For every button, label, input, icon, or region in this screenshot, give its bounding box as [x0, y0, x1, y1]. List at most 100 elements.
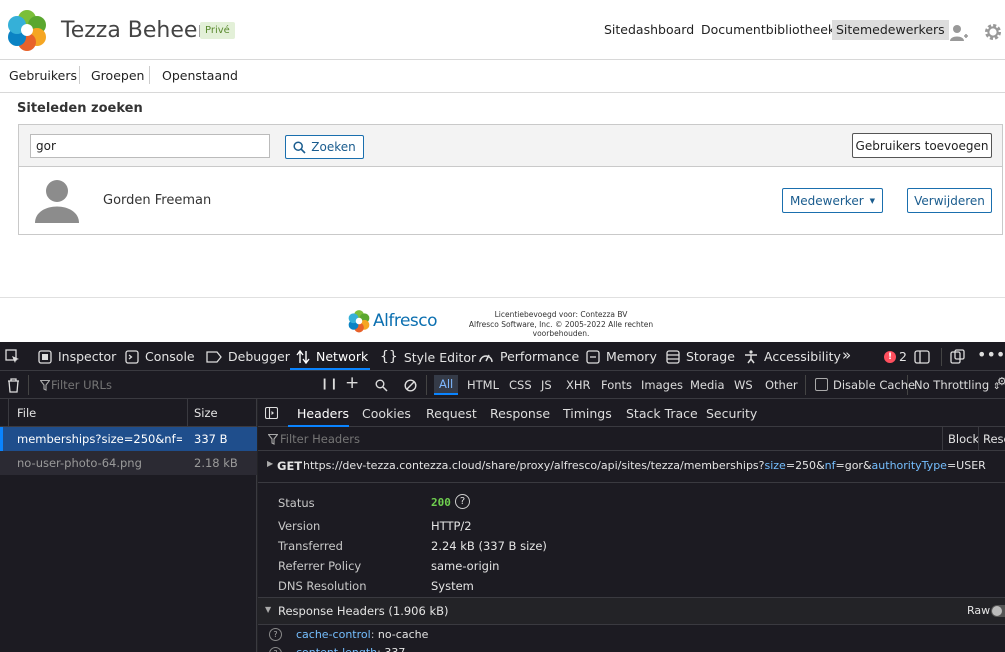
- expand-triangle-icon: ▶: [267, 459, 274, 468]
- error-indicator[interactable]: ! 2: [884, 349, 907, 364]
- filter-xhr[interactable]: XHR: [566, 378, 591, 392]
- toolbar-divider: [426, 375, 427, 395]
- bar-divider: [978, 427, 979, 451]
- pause-icon[interactable]: ❙❙: [320, 377, 338, 390]
- dock-icon[interactable]: [914, 350, 930, 364]
- toggle-knob: [992, 606, 1002, 616]
- collapse-triangle-icon: ▼: [265, 605, 272, 614]
- search-icon[interactable]: [375, 379, 388, 392]
- toolbar-divider: [28, 375, 29, 395]
- disable-cache-checkbox[interactable]: [815, 378, 828, 391]
- tab-memory-label: Memory: [606, 349, 657, 364]
- tab-cookies[interactable]: Cookies: [362, 406, 411, 421]
- throttling-select[interactable]: No Throttling ⇕: [914, 378, 1000, 392]
- license-line-1: Licentiebevoegd voor: Contezza BV: [494, 310, 628, 319]
- add-icon[interactable]: +: [345, 373, 359, 393]
- search-button[interactable]: Zoeken: [285, 135, 364, 159]
- tab-stack-trace[interactable]: Stack Trace: [626, 406, 698, 421]
- request-file: memberships?size=250&nf=gor: [17, 432, 182, 446]
- filter-urls-input[interactable]: [51, 376, 301, 394]
- response-headers-section[interactable]: ▼ Response Headers (1.906 kB) Raw: [258, 598, 1005, 624]
- tab-storage[interactable]: Storage: [666, 349, 735, 364]
- role-dropdown[interactable]: Medewerker ▼: [782, 188, 883, 213]
- filter-css[interactable]: CSS: [509, 378, 532, 392]
- add-users-button[interactable]: Gebruikers toevoegen: [852, 133, 992, 158]
- more-options-icon[interactable]: •••: [977, 345, 1005, 364]
- filter-html[interactable]: HTML: [467, 378, 499, 392]
- resend-button[interactable]: Rese: [983, 432, 1005, 446]
- tab-network[interactable]: Network: [296, 349, 368, 364]
- column-size[interactable]: Size: [194, 406, 218, 420]
- alfresco-logo-icon[interactable]: [6, 8, 48, 52]
- console-icon: [125, 349, 139, 364]
- raw-label: Raw: [967, 604, 991, 617]
- footer-divider: [0, 297, 1005, 298]
- toolbar-divider: [941, 348, 942, 366]
- help-icon[interactable]: ?: [269, 628, 282, 641]
- url-param-key: authorityType: [871, 459, 947, 472]
- filter-all[interactable]: All: [434, 375, 459, 395]
- tab-accessibility[interactable]: Accessibility: [744, 349, 841, 364]
- alfresco-flower-icon: [348, 310, 370, 333]
- filter-headers-input[interactable]: [280, 430, 580, 448]
- subnav-openstaand[interactable]: Openstaand: [162, 68, 238, 83]
- summary-value: System: [431, 579, 474, 593]
- column-file[interactable]: File: [17, 406, 36, 420]
- request-row-selected[interactable]: memberships?size=250&nf=gor 337 B: [0, 427, 257, 451]
- url-param-value: gor: [844, 459, 863, 472]
- subnav-groepen[interactable]: Groepen: [91, 68, 144, 83]
- subnav-divider: [149, 66, 150, 84]
- tab-memory[interactable]: Memory: [586, 349, 657, 364]
- tab-debugger[interactable]: Debugger: [206, 349, 290, 364]
- network-toolbar: ❙❙ + All HTML CSS JS XHR Fonts Images Me…: [0, 371, 1005, 399]
- toggle-sidebar-icon[interactable]: [265, 407, 278, 419]
- tab-request[interactable]: Request: [426, 406, 477, 421]
- header-name: content-length: [296, 646, 377, 652]
- subnav-divider-line: [0, 92, 1005, 93]
- filter-js[interactable]: JS: [541, 378, 552, 392]
- add-user-icon[interactable]: [949, 23, 969, 43]
- filter-other[interactable]: Other: [765, 378, 798, 392]
- gear-icon[interactable]: [984, 23, 1002, 41]
- tab-headers[interactable]: Headers: [297, 406, 349, 421]
- filter-ws[interactable]: WS: [734, 378, 753, 392]
- nav-sitemedewerkers[interactable]: Sitemedewerkers: [832, 20, 949, 40]
- header-value: no-cache: [377, 628, 429, 641]
- filter-fonts[interactable]: Fonts: [601, 378, 632, 392]
- toolbar-divider: [805, 375, 806, 395]
- request-row[interactable]: no-user-photo-64.png 2.18 kB: [0, 451, 257, 475]
- filter-images[interactable]: Images: [641, 378, 683, 392]
- caret-down-icon: ▼: [869, 196, 876, 205]
- settings-icon[interactable]: ⚙: [997, 375, 1005, 388]
- tab-console[interactable]: Console: [125, 349, 195, 364]
- nav-documentbibliotheek[interactable]: Documentbibliotheek: [701, 22, 835, 42]
- help-icon[interactable]: ?: [455, 494, 470, 509]
- subnav-gebruikers[interactable]: Gebruikers: [9, 68, 77, 83]
- trash-icon[interactable]: [7, 378, 20, 393]
- element-picker-icon[interactable]: [5, 349, 20, 364]
- tab-response[interactable]: Response: [490, 406, 550, 421]
- license-line-2: Alfresco Software, Inc. © 2005-2022 Alle…: [468, 319, 654, 329]
- disable-cache-label: Disable Cache: [833, 378, 916, 392]
- nav-sitedashboard[interactable]: Sitedashboard: [604, 22, 694, 42]
- tab-timings[interactable]: Timings: [563, 406, 612, 421]
- tab-performance[interactable]: Performance: [478, 349, 579, 364]
- tab-storage-label: Storage: [686, 349, 735, 364]
- responsive-mode-icon[interactable]: [950, 349, 965, 364]
- filter-media[interactable]: Media: [690, 378, 725, 392]
- raw-toggle[interactable]: [991, 605, 1005, 617]
- header-divider: [0, 59, 1005, 60]
- summary-key: Transferred: [278, 539, 343, 553]
- remove-member-button[interactable]: Verwijderen: [907, 188, 992, 213]
- help-icon[interactable]: ?: [269, 647, 282, 652]
- tab-inspector[interactable]: Inspector: [38, 349, 116, 364]
- request-size: 2.18 kB: [194, 456, 238, 470]
- url-param-value: USER: [956, 459, 986, 472]
- block-icon[interactable]: [404, 379, 417, 392]
- search-input[interactable]: [30, 134, 270, 158]
- request-url-line[interactable]: ▶ GET https://dev-tezza.contezza.cloud/s…: [258, 451, 1005, 483]
- block-button[interactable]: Block: [948, 432, 979, 446]
- tab-style-editor[interactable]: {} Style Editor: [380, 349, 476, 365]
- more-tabs-chevron-icon[interactable]: »: [842, 346, 851, 364]
- tab-security[interactable]: Security: [706, 406, 757, 421]
